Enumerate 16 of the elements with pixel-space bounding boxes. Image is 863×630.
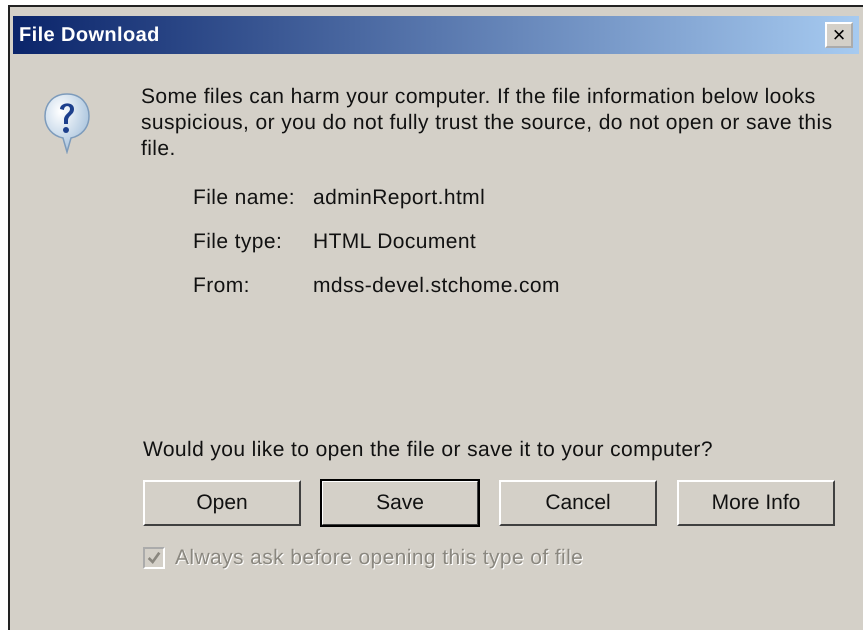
dialog-button[interactable]: More Info <box>677 480 835 526</box>
window-title: File Download <box>19 24 160 46</box>
checkbox-label: Always ask before opening this type of file <box>175 546 584 570</box>
dialog-button[interactable]: Save <box>321 480 479 526</box>
field-label: File type: <box>193 230 284 254</box>
check-icon <box>146 550 162 566</box>
dialog-button[interactable]: Open <box>143 480 301 526</box>
dialog-button[interactable]: Cancel <box>499 480 657 526</box>
field-value: HTML Document <box>313 230 478 254</box>
warning-message: Some files can harm your computer. If the file information below looks suspicious, or you do not fully trust the source, do not open or save this file. <box>141 84 834 162</box>
close-button[interactable]: × <box>825 22 853 48</box>
question-text: Would you like to open the file or save it to your computer? <box>143 438 714 462</box>
field-value: adminReport.html <box>313 186 486 210</box>
field-label: File name: <box>193 186 296 210</box>
field-label: From: <box>193 274 251 298</box>
field-value: mdss-devel.stchome.com <box>313 274 560 298</box>
